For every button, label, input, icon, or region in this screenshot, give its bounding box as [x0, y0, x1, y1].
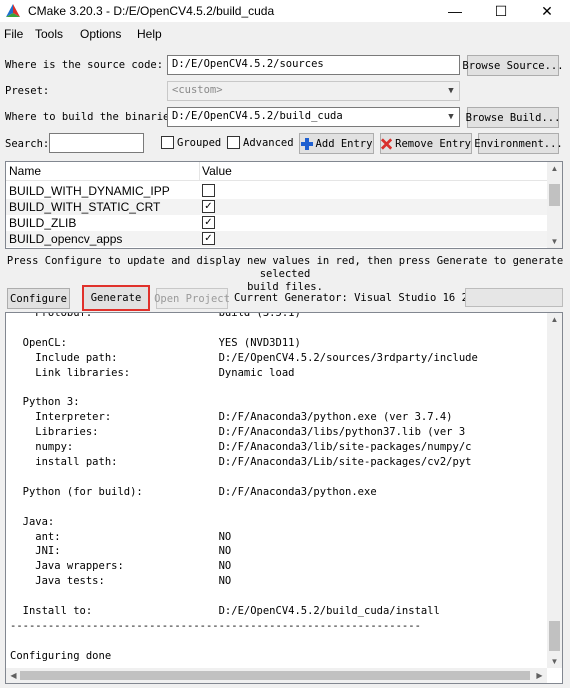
output-line: Include path: D:/E/OpenCV4.5.2/sources/3…: [10, 351, 478, 364]
scroll-up-icon[interactable]: ▲: [548, 315, 561, 324]
open-project-button[interactable]: Open Project: [154, 288, 230, 309]
build-path-value: D:/E/OpenCV4.5.2/build_cuda: [172, 110, 343, 122]
build-path-select[interactable]: D:/E/OpenCV4.5.2/build_cuda ▼: [167, 107, 460, 127]
progress-bar: [465, 288, 563, 307]
variable-name: BUILD_WITH_DYNAMIC_IPP: [9, 184, 170, 198]
source-label: Where is the source code:: [5, 59, 164, 71]
output-line: Python (for build): D:/F/Anaconda3/pytho…: [10, 485, 377, 498]
menu-help[interactable]: Help: [137, 27, 162, 41]
chevron-down-icon: ▼: [448, 86, 454, 96]
output-log[interactable]: Protobuf: build (3.5.1) OpenCL: YES (NVD…: [5, 312, 563, 684]
output-horizontal-scrollbar[interactable]: ◀ ▶: [6, 668, 547, 683]
output-vertical-scrollbar[interactable]: ▲ ▼: [547, 313, 562, 668]
search-label: Search:: [5, 138, 50, 150]
table-row[interactable]: BUILD_WITH_DYNAMIC_IPP: [6, 183, 547, 199]
scroll-down-icon[interactable]: ▼: [548, 657, 561, 666]
add-entry-label: Add Entry: [315, 137, 373, 150]
configure-button[interactable]: Configure: [7, 288, 70, 309]
add-entry-button[interactable]: Add Entry: [299, 133, 374, 154]
table-row[interactable]: BUILD_WITH_STATIC_CRT ✓: [6, 199, 547, 215]
advanced-checkbox[interactable]: [227, 136, 240, 149]
build-label: Where to build the binaries:: [5, 111, 183, 123]
table-row[interactable]: BUILD_ZLIB ✓: [6, 215, 547, 231]
grouped-checkbox[interactable]: [161, 136, 174, 149]
output-line: Configuring done: [10, 649, 112, 662]
scroll-up-icon[interactable]: ▲: [548, 164, 561, 173]
source-path-input[interactable]: D:/E/OpenCV4.5.2/sources: [167, 55, 460, 75]
output-line: Java tests: NO: [10, 575, 232, 588]
variable-name: BUILD_opencv_apps: [9, 232, 123, 246]
remove-entry-button[interactable]: Remove Entry: [380, 133, 472, 154]
table-header: Name Value: [6, 162, 547, 181]
environment-button[interactable]: Environment...: [474, 133, 563, 154]
advanced-label: Advanced: [243, 137, 294, 149]
variable-name: BUILD_ZLIB: [9, 216, 77, 230]
output-line: Java wrappers: NO: [10, 560, 232, 573]
scrollbar-thumb[interactable]: [549, 621, 560, 651]
scroll-down-icon[interactable]: ▼: [548, 237, 561, 246]
cache-variables-table: Name Value BUILD_WITH_DYNAMIC_IPP BUILD_…: [5, 161, 563, 249]
minimize-icon: —: [448, 3, 462, 19]
close-icon: ✕: [541, 2, 553, 19]
output-line: Link libraries: Dynamic load: [10, 366, 295, 379]
variable-value-checkbox[interactable]: [202, 184, 215, 197]
table-row[interactable]: BUILD_opencv_apps ✓: [6, 231, 547, 247]
cmake-logo-icon: [6, 4, 20, 17]
output-line: Python 3:: [10, 396, 80, 409]
output-line: ant: NO: [10, 530, 232, 543]
output-line: ----------------------------------------…: [10, 619, 421, 632]
maximize-button[interactable]: ☐: [478, 0, 524, 22]
output-line: Libraries: D:/F/Anaconda3/libs/python37.…: [10, 426, 466, 439]
generate-button[interactable]: Generate: [82, 285, 150, 311]
window-title: CMake 3.20.3 - D:/E/OpenCV4.5.2/build_cu…: [28, 4, 275, 18]
browse-source-button[interactable]: Browse Source...: [462, 55, 564, 76]
scroll-left-icon[interactable]: ◀: [7, 671, 20, 680]
menu-file[interactable]: File: [4, 27, 23, 41]
plus-icon: [300, 137, 313, 150]
scrollbar-thumb[interactable]: [549, 184, 560, 206]
menu-bar: File Tools Options Help: [0, 24, 570, 44]
search-input[interactable]: [49, 133, 144, 153]
maximize-icon: ☐: [494, 2, 508, 19]
output-line: OpenCL: YES (NVD3D11): [10, 336, 301, 349]
column-divider: [199, 162, 200, 181]
menu-options[interactable]: Options: [80, 27, 121, 41]
variable-value-checkbox[interactable]: ✓: [202, 200, 215, 213]
title-bar: CMake 3.20.3 - D:/E/OpenCV4.5.2/build_cu…: [0, 0, 570, 22]
scroll-right-icon[interactable]: ▶: [533, 671, 546, 680]
output-line: install path: D:/F/Anaconda3/Lib/site-pa…: [10, 456, 472, 468]
variable-value-checkbox[interactable]: ✓: [202, 216, 215, 229]
output-line: JNI: NO: [10, 545, 232, 558]
browse-build-button[interactable]: Browse Build...: [466, 107, 560, 128]
column-header-name[interactable]: Name: [9, 164, 41, 178]
close-button[interactable]: ✕: [524, 0, 570, 22]
minimize-button[interactable]: —: [432, 0, 478, 22]
table-vertical-scrollbar[interactable]: ▲ ▼: [547, 162, 562, 248]
chevron-down-icon: ▼: [448, 112, 454, 122]
output-line: Protobuf: build (3.5.1): [10, 312, 301, 319]
variable-value-checkbox[interactable]: ✓: [202, 232, 215, 245]
output-line: Interpreter: D:/F/Anaconda3/python.exe (…: [10, 411, 453, 424]
output-line: Java:: [10, 515, 55, 528]
remove-x-icon: [381, 137, 393, 150]
current-generator-label: Current Generator: Visual Studio 16 2019: [234, 292, 487, 304]
hint-line-1: Press Configure to update and display ne…: [6, 255, 564, 280]
preset-label: Preset:: [5, 85, 50, 97]
grouped-label: Grouped: [177, 137, 222, 149]
remove-entry-label: Remove Entry: [395, 137, 471, 150]
scrollbar-thumb[interactable]: [20, 671, 530, 680]
preset-value: <custom>: [172, 84, 223, 96]
output-line: Install to: D:/E/OpenCV4.5.2/build_cuda/…: [10, 605, 440, 617]
preset-select[interactable]: <custom> ▼: [167, 81, 460, 101]
menu-tools[interactable]: Tools: [35, 27, 63, 41]
variable-name: BUILD_WITH_STATIC_CRT: [9, 200, 161, 214]
output-line: numpy: D:/F/Anaconda3/lib/site-packages/…: [10, 441, 472, 454]
column-header-value[interactable]: Value: [202, 164, 232, 178]
